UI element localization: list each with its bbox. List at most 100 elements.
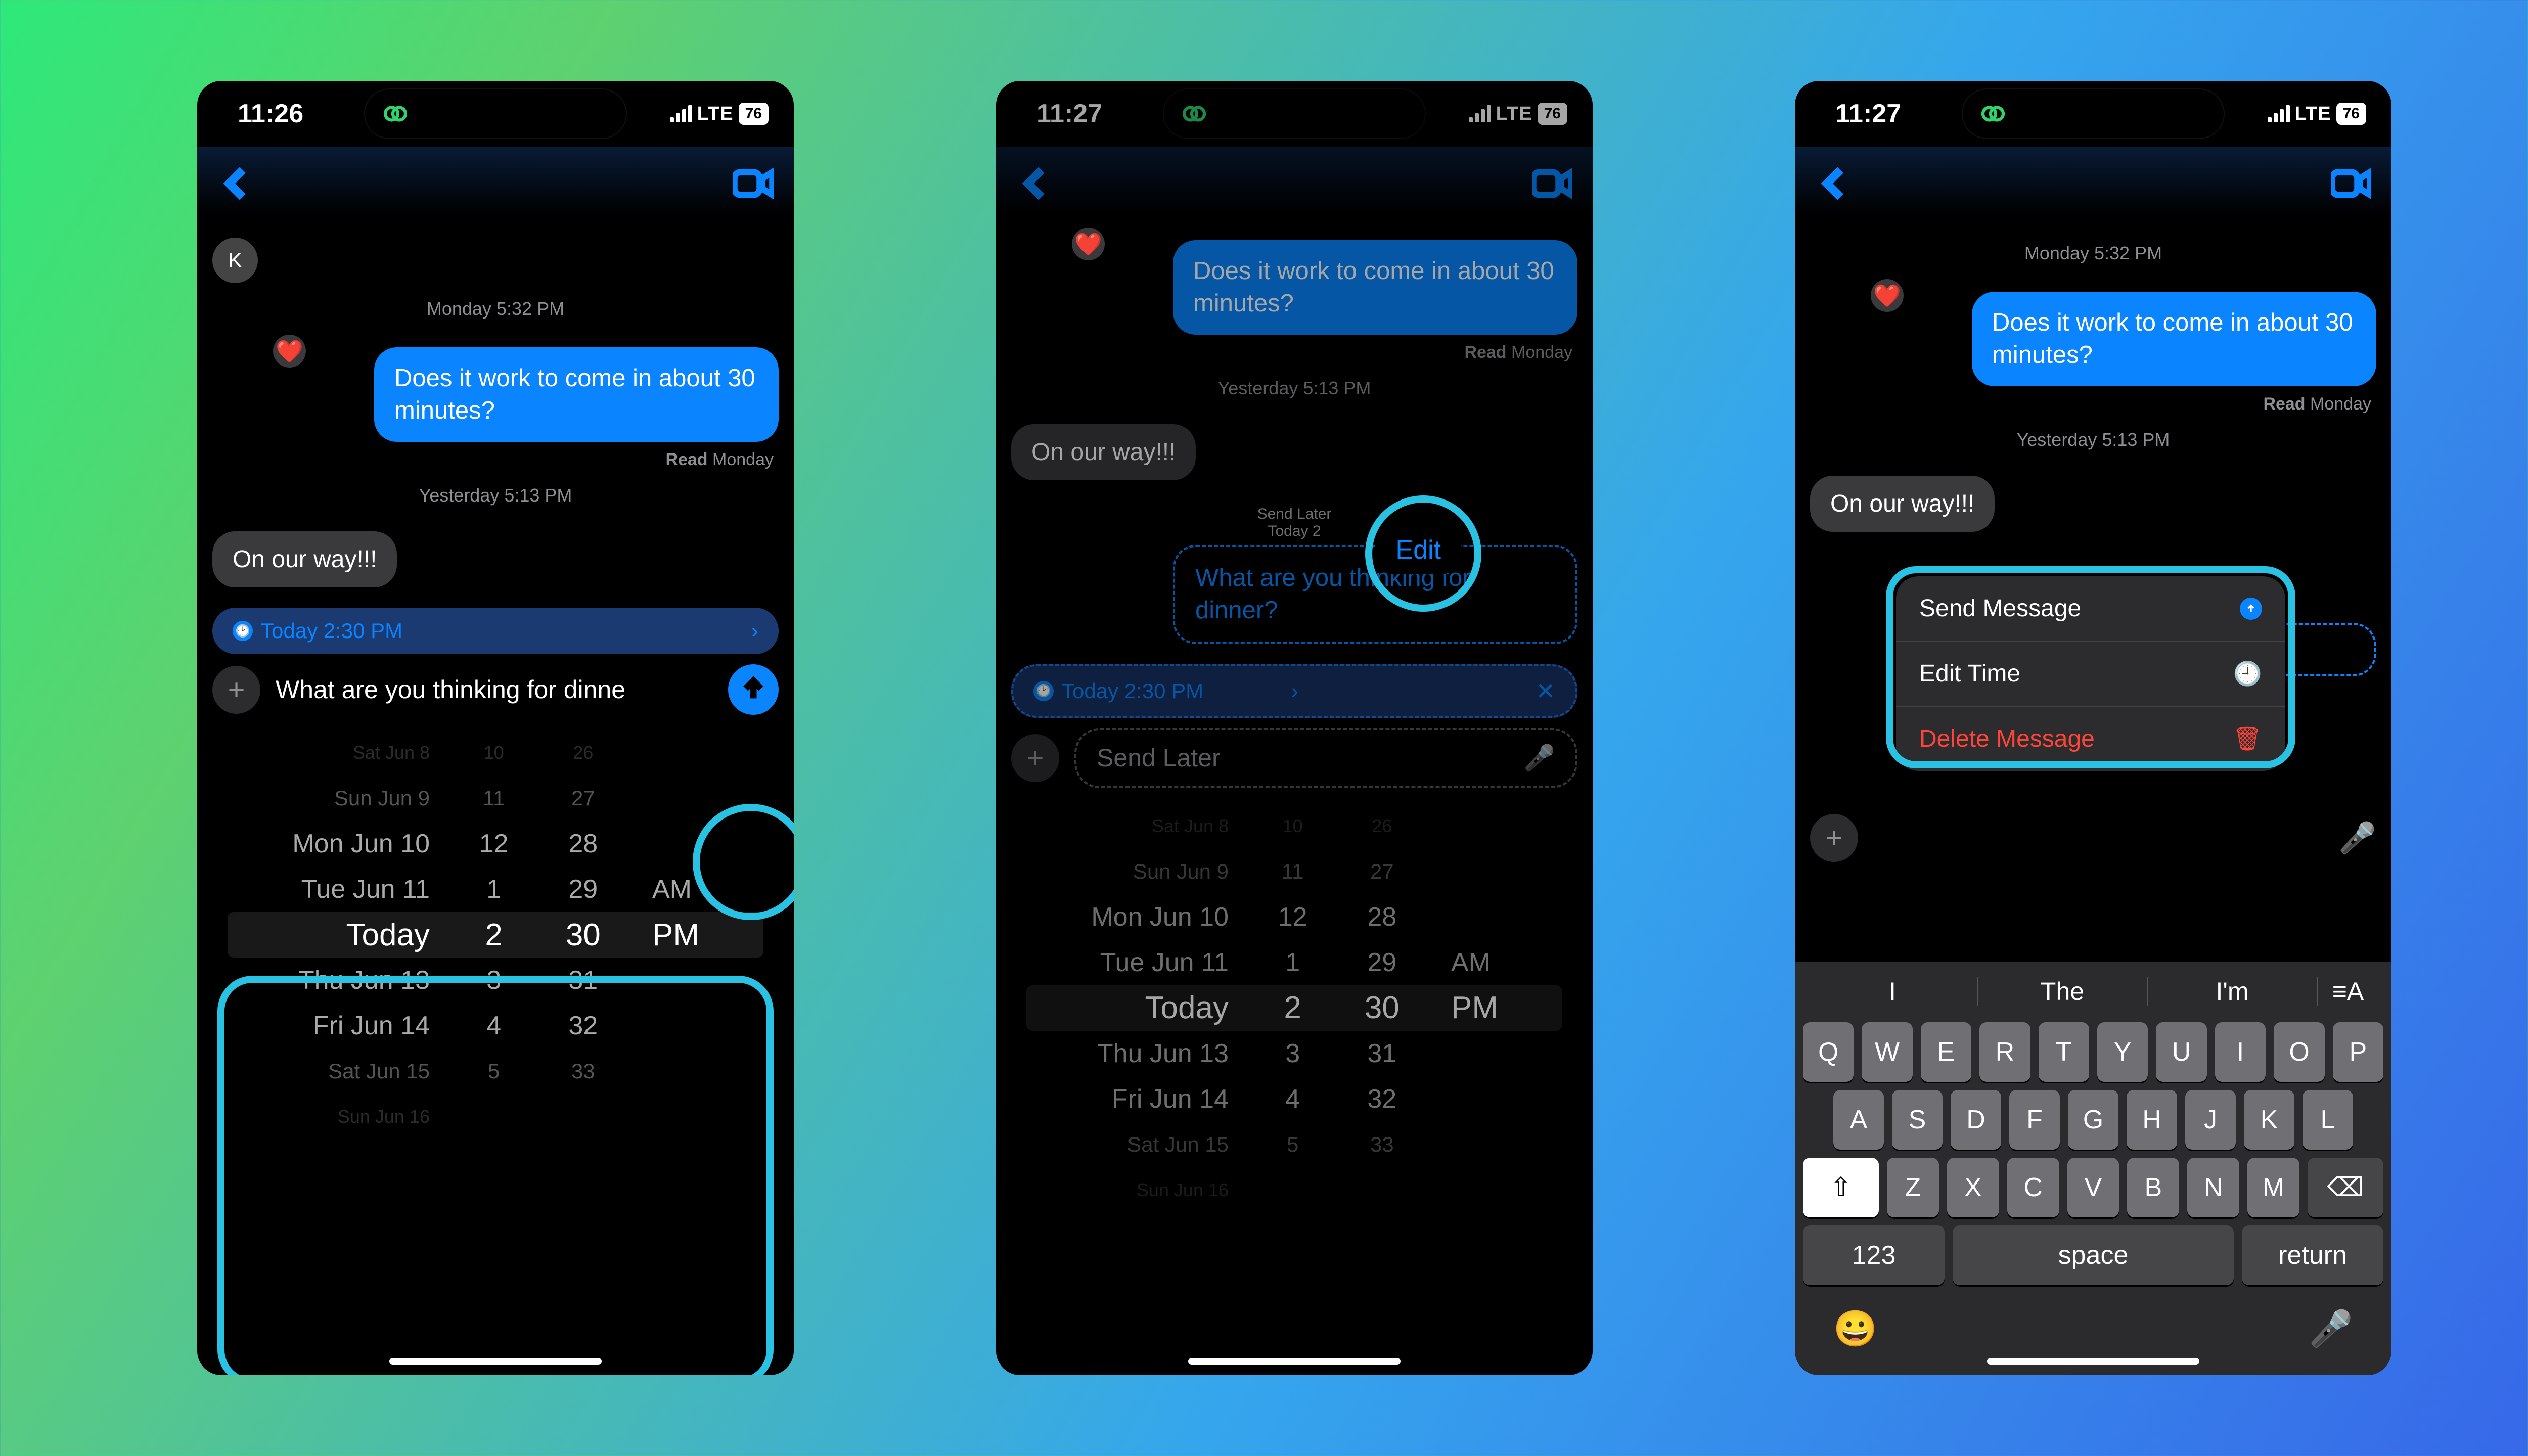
key-h[interactable]: H <box>2127 1090 2177 1150</box>
picker-row[interactable]: Sat Jun 15533 <box>228 1049 763 1094</box>
back-button[interactable] <box>1815 163 1856 206</box>
picker-row[interactable]: Sat Jun 15533 <box>1026 1122 1562 1167</box>
picker-row[interactable]: Sat Jun 81026 <box>228 730 763 776</box>
key-w[interactable]: W <box>1862 1022 1912 1082</box>
picker-row[interactable]: Fri Jun 14432 <box>1026 1076 1562 1122</box>
received-message-bubble[interactable]: On our way!!! <box>1810 476 1995 532</box>
shift-key[interactable]: ⇧ <box>1803 1158 1879 1217</box>
clock-icon: 🕘 <box>2233 660 2262 688</box>
key-n[interactable]: N <box>2187 1158 2239 1217</box>
heart-reaction-icon[interactable]: ❤️ <box>273 335 306 368</box>
scheduled-message-bubble[interactable]: What are you thinking for dinner? <box>1173 545 1577 644</box>
scheduled-send-bar[interactable]: 🕑 Today 2:30 PM › ✕ <box>1011 664 1577 718</box>
key-q[interactable]: Q <box>1803 1022 1854 1082</box>
key-v[interactable]: V <box>2067 1158 2119 1217</box>
home-indicator[interactable] <box>389 1358 602 1365</box>
emoji-button[interactable]: 😀 <box>1833 1308 1877 1350</box>
return-key[interactable]: return <box>2242 1225 2383 1285</box>
heart-reaction-icon[interactable]: ❤️ <box>1072 228 1105 260</box>
space-key[interactable]: space <box>1953 1225 2234 1285</box>
datetime-picker[interactable]: Sat Jun 81026Sun Jun 91127Mon Jun 101228… <box>197 725 794 1160</box>
scheduled-send-bar[interactable]: 🕑 Today 2:30 PM › <box>212 608 779 654</box>
picker-row[interactable]: Sun Jun 91127 <box>228 776 763 821</box>
facetime-button[interactable] <box>1532 163 1572 206</box>
text-format-icon[interactable]: ≡A <box>2318 977 2378 1006</box>
sent-message-bubble[interactable]: Does it work to come in about 30 minutes… <box>1972 292 2376 386</box>
phone-screenshot-3: 11:27 LTE 76 Monday 5:32 PM ❤️ Does it w… <box>1795 81 2391 1375</box>
key-u[interactable]: U <box>2156 1022 2206 1082</box>
placeholder-text: Send Later <box>1097 743 1221 772</box>
send-later-hint: Send Later Today 2 <box>1011 506 1577 540</box>
dictation-icon[interactable]: 🎤 <box>2338 820 2376 856</box>
picker-row[interactable]: Thu Jun 13331 <box>228 958 763 1003</box>
key-m[interactable]: M <box>2247 1158 2299 1217</box>
key-j[interactable]: J <box>2185 1090 2236 1150</box>
prediction[interactable]: The <box>1978 977 2148 1006</box>
picker-row[interactable]: Today230PM <box>1026 985 1562 1031</box>
attach-plus-button[interactable]: + <box>1011 734 1059 782</box>
menu-edit-time[interactable]: Edit Time 🕘 <box>1896 642 2285 707</box>
dictation-icon[interactable]: 🎤 <box>1524 743 1555 773</box>
key-s[interactable]: S <box>1892 1090 1943 1150</box>
cancel-schedule-button[interactable]: ✕ <box>1536 677 1555 705</box>
edit-badge[interactable]: Edit <box>1375 526 1461 574</box>
key-x[interactable]: X <box>1947 1158 1999 1217</box>
delete-key[interactable]: ⌫ <box>2308 1158 2383 1217</box>
picker-row[interactable]: Mon Jun 101228 <box>228 821 763 867</box>
key-k[interactable]: K <box>2244 1090 2294 1150</box>
key-a[interactable]: A <box>1833 1090 1884 1150</box>
key-o[interactable]: O <box>2274 1022 2324 1082</box>
picker-row[interactable]: Sun Jun 16 <box>228 1094 763 1140</box>
message-text-field[interactable]: Send Later 🎤 <box>1074 728 1577 788</box>
dictation-button[interactable]: 🎤 <box>2309 1308 2353 1350</box>
received-message-bubble[interactable]: On our way!!! <box>212 531 397 587</box>
home-indicator[interactable] <box>1188 1358 1401 1365</box>
picker-row[interactable]: Mon Jun 101228 <box>1026 894 1562 940</box>
picker-row[interactable]: Sun Jun 16 <box>1026 1167 1562 1213</box>
received-message-bubble[interactable]: On our way!!! <box>1011 424 1196 480</box>
key-z[interactable]: Z <box>1887 1158 1939 1217</box>
picker-row[interactable]: Tue Jun 11129AM <box>1026 940 1562 985</box>
back-button[interactable] <box>1016 163 1057 206</box>
key-b[interactable]: B <box>2127 1158 2179 1217</box>
sent-message-bubble[interactable]: Does it work to come in about 30 minutes… <box>374 347 779 442</box>
heart-reaction-icon[interactable]: ❤️ <box>1871 279 1904 312</box>
home-indicator[interactable] <box>1987 1358 2199 1365</box>
key-g[interactable]: G <box>2068 1090 2118 1150</box>
key-c[interactable]: C <box>2007 1158 2059 1217</box>
scheduled-time-label: Today 2:30 PM <box>1062 679 1283 703</box>
prediction[interactable]: I <box>1808 977 1978 1006</box>
key-t[interactable]: T <box>2039 1022 2089 1082</box>
signal-icon <box>2268 105 2290 122</box>
picker-row[interactable]: Sun Jun 91127 <box>1026 849 1562 894</box>
key-y[interactable]: Y <box>2097 1022 2148 1082</box>
back-button[interactable] <box>217 163 258 206</box>
send-button[interactable] <box>728 664 779 715</box>
picker-row[interactable]: Sat Jun 81026 <box>1026 803 1562 849</box>
picker-row[interactable]: Fri Jun 14432 <box>228 1003 763 1049</box>
attach-plus-button[interactable]: + <box>1810 814 1858 862</box>
key-f[interactable]: F <box>2009 1090 2060 1150</box>
key-p[interactable]: P <box>2333 1022 2383 1082</box>
picker-row[interactable]: Tue Jun 11129AM <box>228 867 763 912</box>
dynamic-island <box>1962 88 2225 139</box>
menu-send-message[interactable]: Send Message <box>1896 576 2285 642</box>
menu-delete-message[interactable]: Delete Message 🗑 <box>1896 707 2285 771</box>
sent-message-bubble[interactable]: Does it work to come in about 30 minutes… <box>1173 240 1577 335</box>
picker-row[interactable]: Today230PM <box>228 912 763 958</box>
datetime-picker[interactable]: Sat Jun 81026Sun Jun 91127Mon Jun 101228… <box>996 798 1593 1233</box>
key-i[interactable]: I <box>2215 1022 2266 1082</box>
key-e[interactable]: E <box>1921 1022 1971 1082</box>
picker-row[interactable]: Thu Jun 13331 <box>1026 1031 1562 1076</box>
attach-plus-button[interactable]: + <box>212 666 260 714</box>
key-r[interactable]: R <box>1979 1022 2030 1082</box>
prediction[interactable]: I'm <box>2148 977 2318 1006</box>
key-d[interactable]: D <box>1951 1090 2001 1150</box>
facetime-button[interactable] <box>2331 163 2371 206</box>
message-text-field[interactable]: What are you thinking for dinne <box>276 675 713 704</box>
facetime-button[interactable] <box>733 163 774 206</box>
nav-bar <box>197 147 794 222</box>
contact-avatar[interactable]: K <box>212 238 258 283</box>
numbers-key[interactable]: 123 <box>1803 1225 1945 1285</box>
key-l[interactable]: L <box>2303 1090 2353 1150</box>
